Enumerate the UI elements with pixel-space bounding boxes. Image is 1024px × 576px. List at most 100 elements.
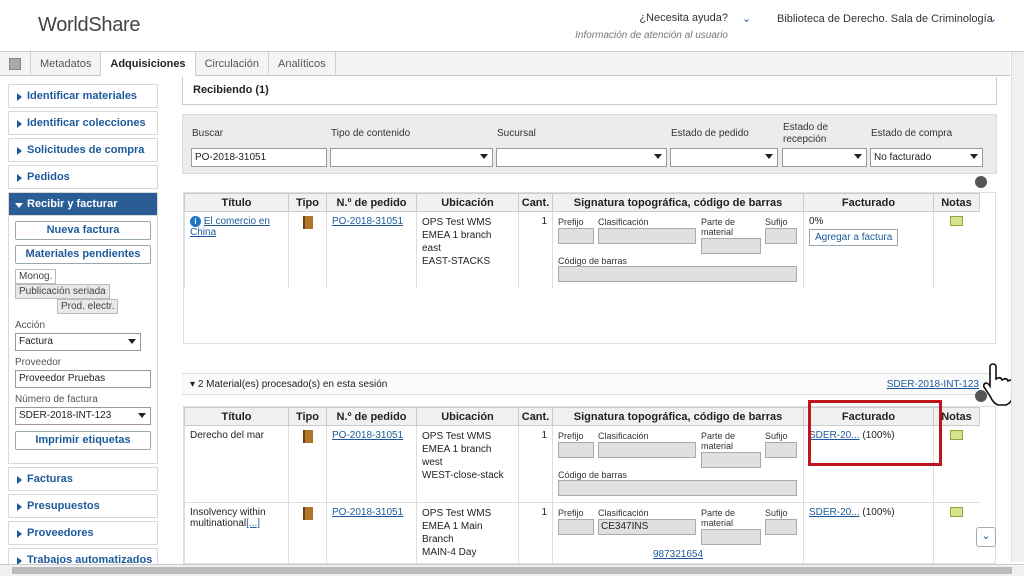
invoice-number-select[interactable]: SDER-2018-INT-123 [15,407,151,425]
sidebar-item-facturas[interactable]: Facturas [8,467,158,491]
suffix-input[interactable] [765,442,797,458]
class-input[interactable]: CE347INS [598,519,696,535]
barcode-link[interactable]: 987321654 [653,549,703,560]
class-label: Clasificación [598,431,649,441]
new-invoice-button[interactable]: Nueva factura [15,221,151,240]
col-ubicacion[interactable]: Ubicación [416,407,519,426]
col-tipo[interactable]: Tipo [288,407,327,426]
session-invoice-link[interactable]: SDER-2018-INT-123 [887,379,979,390]
col-signatura[interactable]: Signatura topográfica, código de barras [552,193,804,212]
order-status-select[interactable] [670,148,778,167]
library-chevron-down-icon[interactable]: ⌄ [988,12,997,25]
action-select[interactable]: Factura [15,333,141,351]
note-icon[interactable] [950,507,964,517]
tab-circulacion[interactable]: Circulación [194,52,268,76]
vendor-input[interactable]: Proveedor Pruebas [15,370,151,388]
col-cant[interactable]: Cant. [518,407,553,426]
note-icon[interactable] [950,216,964,226]
receiving-table: Título Tipo N.º de pedido Ubicación Cant… [183,192,996,344]
more-link[interactable]: [...] [246,518,260,529]
col-notas[interactable]: Notas [933,193,980,212]
collapse-session-icon[interactable]: ▾ [190,379,195,390]
horizontal-scrollbar[interactable] [0,564,1024,576]
invoice-link[interactable]: SDER-20... [809,507,860,518]
col-titulo[interactable]: Título [184,193,289,212]
suffix-input[interactable] [765,228,797,244]
col-cant[interactable]: Cant. [518,193,553,212]
print-labels-button[interactable]: Imprimir etiquetas [15,431,151,450]
prefix-input[interactable] [558,442,594,458]
scrollbar-thumb[interactable] [12,567,1012,574]
receipt-status-label-line1: Estado de [783,122,829,133]
sidebar-item-presupuestos[interactable]: Presupuestos [8,494,158,518]
worldshare-logo[interactable]: WorldShare [12,14,141,37]
scroll-down-button[interactable]: ⌄ [976,527,996,547]
suffix-label: Sufijo [765,217,788,227]
class-input[interactable] [598,228,696,244]
receipt-status-label-line2: recepción [783,134,827,145]
barcode-input[interactable] [558,266,797,282]
col-facturado[interactable]: Facturado [803,193,934,212]
library-name[interactable]: Biblioteca de Derecho. Sala de Criminolo… [777,13,993,25]
tab-adquisiciones[interactable]: Adquisiciones [100,52,195,76]
tab-serial[interactable]: Publicación seriada [15,284,110,299]
suffix-input[interactable] [765,519,797,535]
col-ubicacion[interactable]: Ubicación [416,193,519,212]
tab-electronic[interactable]: Prod. electr. [57,299,119,314]
highlight-box [808,400,942,466]
col-pedido[interactable]: N.º de pedido [326,407,417,426]
location-line: EMEA 1 branch [422,444,492,455]
branch-label: Sucursal [497,128,536,139]
col-tipo[interactable]: Tipo [288,193,327,212]
order-link[interactable]: PO-2018-31051 [332,216,403,227]
help-area[interactable]: ¿Necesita ayuda? Información de atención… [575,12,728,41]
help-question[interactable]: ¿Necesita ayuda? [575,12,728,24]
sidebar-item-identificar-colecciones[interactable]: Identificar colecciones [8,111,158,135]
class-input[interactable] [598,442,696,458]
tab-metadatos[interactable]: Metadatos [30,52,100,76]
prefix-input[interactable] [558,228,594,244]
barcode-input[interactable] [558,480,797,496]
prefix-input[interactable] [558,519,594,535]
location-line: OPS Test WMS [422,431,492,442]
pending-materials-button[interactable]: Materiales pendientes [15,245,151,264]
collapse-sidebar-button[interactable] [0,52,30,76]
prefix-label: Prefijo [558,431,584,441]
sidebar-item-identificar-materiales[interactable]: Identificar materiales [8,84,158,108]
col-signatura[interactable]: Signatura topográfica, código de barras [552,407,804,426]
location-line: EMEA 1 Main [422,521,483,532]
settings-gear-icon[interactable] [975,176,987,188]
part-input[interactable] [701,452,761,468]
invoice-percent: (100%) [862,507,895,518]
part-input[interactable] [701,238,761,254]
vertical-scrollbar[interactable] [1011,52,1024,562]
sidebar-item-recibir-facturar[interactable]: Recibir y facturar [8,192,158,216]
col-pedido[interactable]: N.º de pedido [326,193,417,212]
receipt-status-select[interactable] [782,148,867,167]
col-titulo[interactable]: Título [184,407,289,426]
location-line: WEST-close-stack [422,470,504,481]
tab-analiticos[interactable]: Analíticos [267,52,336,76]
order-link[interactable]: PO-2018-31051 [332,507,403,518]
add-to-invoice-button[interactable]: Agregar a factura [809,229,899,246]
location-line: OPS Test WMS [422,217,492,228]
info-icon[interactable]: i [190,216,201,227]
content-type-select[interactable] [330,148,493,167]
branch-select[interactable] [496,148,667,167]
order-link[interactable]: PO-2018-31051 [332,430,403,441]
sidebar-item-solicitudes[interactable]: Solicitudes de compra [8,138,158,162]
app-header: WorldShare ¿Necesita ayuda? Información … [0,0,1024,52]
session-bar[interactable]: ▾ 2 Material(es) procesado(s) en esta se… [182,373,997,395]
sidebar-item-pedidos[interactable]: Pedidos [8,165,158,189]
title-link[interactable]: El comercio en China [190,216,270,238]
part-input[interactable] [701,529,761,545]
purchase-status-select[interactable]: No facturado [870,148,983,167]
help-chevron-down-icon[interactable]: ⌄ [742,12,751,25]
search-input[interactable]: PO-2018-31051 [191,148,327,167]
order-status-label: Estado de pedido [671,128,749,139]
table-row: Insolvency within multinational[...] PO-… [184,502,980,563]
note-icon[interactable] [950,430,964,440]
tab-monog[interactable]: Monog. [15,269,57,284]
session-text: 2 Material(es) procesado(s) en esta sesi… [197,379,388,390]
sidebar-item-proveedores[interactable]: Proveedores [8,521,158,545]
